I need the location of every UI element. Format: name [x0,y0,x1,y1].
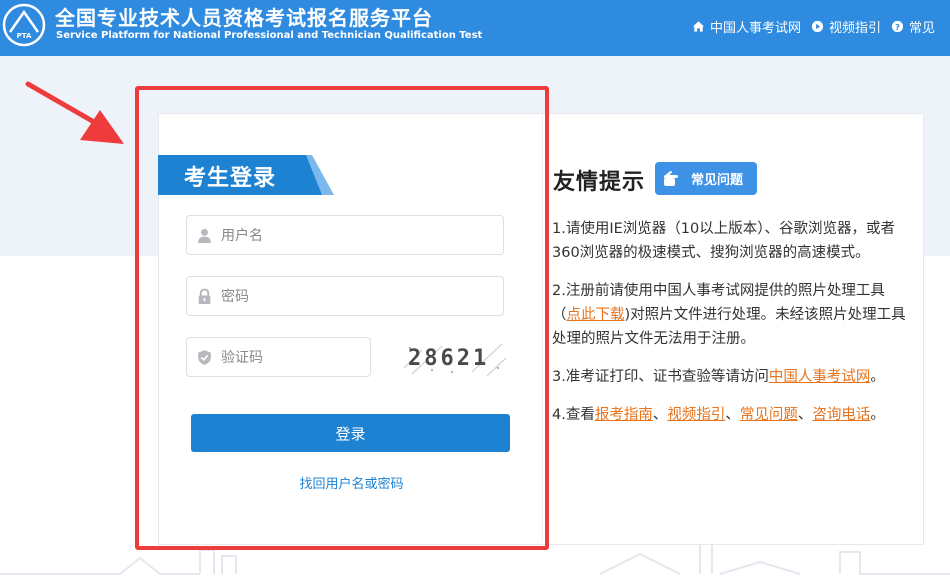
help-icon: ? [891,20,904,33]
pointing-hand-icon [664,170,678,186]
tip-browser: 1.请使用IE浏览器（10以上版本）、谷歌浏览器，或者360浏览器的极速模式、搜… [552,221,895,261]
username-field[interactable] [186,215,504,256]
nav-cpta-link[interactable]: 中国人事考试网 [692,17,801,36]
panel-divider [542,114,543,542]
platform-subtitle: Service Platform for National Profession… [56,30,483,41]
pta-logo: PTA [2,3,46,47]
faq-button[interactable]: 常见问题 [655,162,757,195]
tip-photo: 2.注册前请使用中国人事考试网提供的照片处理工具（点此下载)对照片文件进行处理。… [552,279,910,351]
user-icon [198,228,211,243]
captcha-image[interactable]: 28621 [402,338,507,378]
login-title: 考生登录 [184,166,277,191]
photo-tool-download-link[interactable]: 点此下载 [567,307,625,323]
recover-account-link[interactable]: 找回用户名或密码 [190,473,513,492]
tip-resources-end: 。 [870,407,885,423]
tips-title: 友情提示 [553,170,646,195]
tip-separator: 、 [725,407,740,423]
hotline-link[interactable]: 咨询电话 [812,407,870,423]
svg-text:28621: 28621 [408,346,489,371]
tip-resources: 4.查看报考指南、视频指引、常见问题、咨询电话。 [552,403,910,427]
video-guide-link[interactable]: 视频指引 [667,407,725,423]
home-icon [692,21,705,32]
faq-link[interactable]: 常见问题 [740,407,798,423]
password-field[interactable] [186,276,504,317]
svg-text:PTA: PTA [17,32,32,40]
captcha-input[interactable] [219,338,363,378]
red-arrow-annotation [25,81,124,144]
platform-title: 全国专业技术人员资格考试报名服务平台 [55,6,433,30]
password-input[interactable] [219,277,493,317]
captcha-field[interactable] [186,337,371,378]
login-button[interactable]: 登录 [191,414,510,452]
play-icon [811,20,824,33]
tip-separator: 、 [797,407,813,423]
tip-admission-text: 3.准考证打印、证书查验等请访问 [552,369,769,385]
tip-admission-end: 。 [870,369,885,385]
tip-admission: 3.准考证打印、证书查验等请访问中国人事考试网。 [552,365,910,389]
username-input[interactable] [219,216,493,256]
svg-text:?: ? [895,22,900,32]
tips-content: 1.请使用IE浏览器（10以上版本）、谷歌浏览器，或者360浏览器的极速模式、搜… [552,217,910,441]
nav-faq-label: 常见 [909,21,936,36]
shield-check-icon [198,350,211,365]
tip-resources-text: 4.查看 [552,407,595,423]
lock-icon [198,288,211,304]
cpta-website-link[interactable]: 中国人事考试网 [769,369,871,385]
nav-video-label: 视频指引 [829,21,882,36]
top-nav: 中国人事考试网 视频指引 ? 常见 [692,17,935,36]
faq-button-label: 常见问题 [691,173,744,188]
exam-guide-link[interactable]: 报考指南 [595,407,653,423]
nav-video-link[interactable]: 视频指引 [811,17,881,36]
nav-faq-link[interactable]: ? 常见 [891,17,935,36]
nav-cpta-label: 中国人事考试网 [710,21,802,36]
header-bar: PTA 全国专业技术人员资格考试报名服务平台 Service Platform … [0,0,950,56]
tip-separator: 、 [652,407,668,423]
